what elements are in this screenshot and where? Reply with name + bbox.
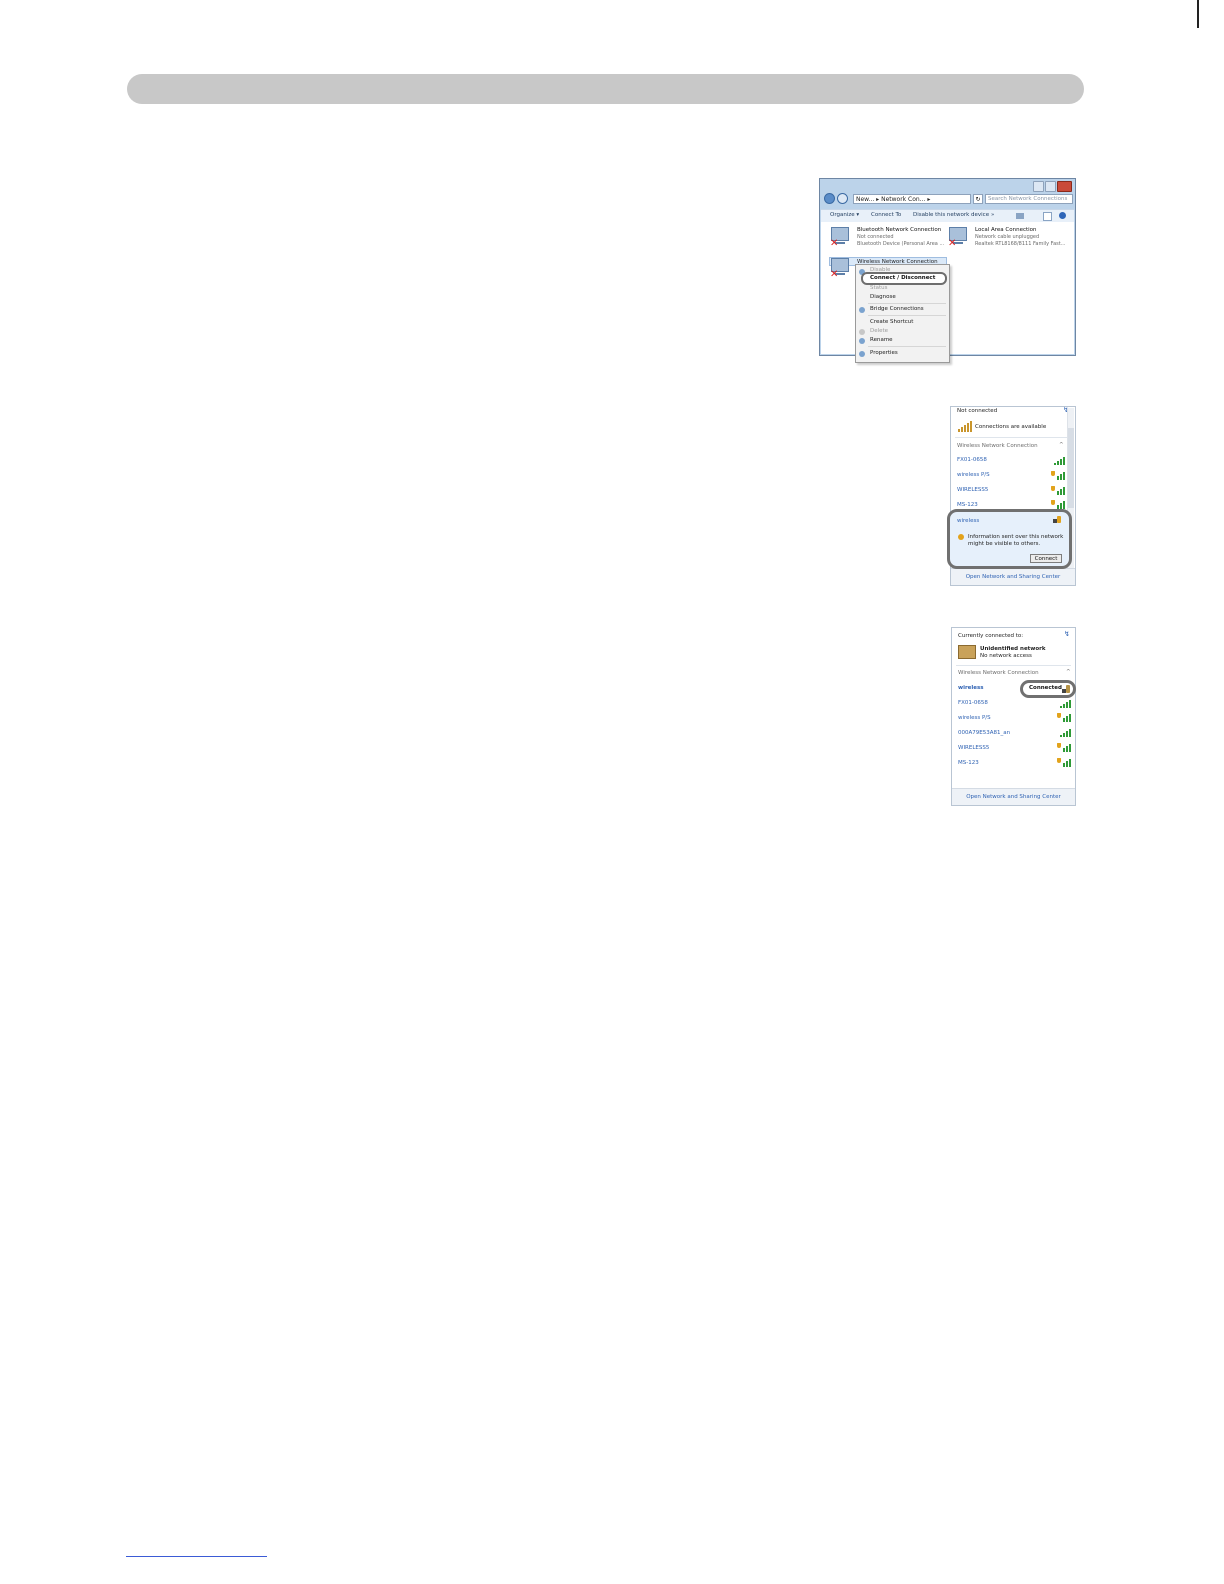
menu-separator (868, 346, 946, 347)
menu-separator (868, 315, 946, 316)
shield-icon (859, 351, 865, 357)
section-title: Wireless Network Connection (957, 443, 1038, 449)
bluetooth-device: Bluetooth Device (Personal Area ... (857, 241, 945, 247)
divider (955, 437, 1067, 438)
connected-network-name[interactable]: wireless (958, 685, 984, 691)
shield-icon (859, 329, 865, 335)
menu-connect-disconnect[interactable]: Connect / Disconnect (870, 275, 935, 281)
organize-menu[interactable]: Organize ▾ (830, 210, 859, 221)
menu-status[interactable]: Status (870, 285, 888, 291)
menu-rename[interactable]: Rename (870, 337, 893, 343)
menu-separator (868, 303, 946, 304)
wireless-x-icon: ✕ (830, 269, 839, 280)
signal-icon (1060, 729, 1071, 737)
divider (956, 665, 1071, 666)
network-item[interactable]: wireless P/S (958, 715, 991, 721)
bluetooth-status: Not connected (857, 234, 894, 240)
network-access: No network access (980, 653, 1032, 659)
secured-signal-icon (1051, 500, 1065, 509)
network-item[interactable]: FX01-0658 (958, 700, 988, 706)
lan-status: Network cable unplugged (975, 234, 1040, 240)
network-item[interactable]: MS-123 (958, 760, 979, 766)
address-bar[interactable]: New... ▸ Network Con... ▸ (853, 194, 971, 204)
maximize-button[interactable] (1045, 181, 1056, 192)
scrollbar-thumb[interactable] (1068, 428, 1074, 508)
unidentified-network-name: Unidentified network (980, 646, 1046, 652)
signal-icon (1060, 700, 1071, 708)
lan-device: Realtek RTL8168/8111 Family Fast... (975, 241, 1066, 247)
menu-bridge[interactable]: Bridge Connections (870, 306, 924, 312)
help-icon[interactable] (1059, 212, 1066, 219)
refresh-icon[interactable]: ↯ (1064, 630, 1070, 638)
menu-diagnose[interactable]: Diagnose (870, 294, 896, 300)
preview-pane-icon[interactable] (1043, 212, 1052, 221)
wifi-connected-panel: Currently connected to: ↯ Unidentified n… (951, 627, 1076, 806)
address-row: New... ▸ Network Con... ▸ ↻ Search Netwo… (822, 193, 1073, 206)
more-commands-button[interactable]: » (991, 210, 994, 221)
shield-icon (859, 307, 865, 313)
disable-device-button[interactable]: Disable this network device (913, 210, 989, 221)
secured-signal-icon (1051, 471, 1065, 480)
command-bar: Organize ▾ Connect To Disable this netwo… (821, 209, 1074, 223)
network-item[interactable]: WIRELESS5 (957, 487, 988, 493)
collapse-chevron-icon[interactable]: ^ (1066, 669, 1071, 675)
forward-arrow-icon[interactable] (837, 193, 848, 204)
back-arrow-icon[interactable] (824, 193, 835, 204)
secured-signal-icon (1051, 486, 1065, 495)
currently-connected-heading: Currently connected to: (958, 633, 1024, 639)
search-input[interactable]: Search Network Connections (985, 194, 1073, 204)
available-text: Connections are available (975, 424, 1047, 430)
minimize-button[interactable] (1033, 181, 1044, 192)
unplugged-x-icon: ✕ (948, 238, 957, 249)
selected-network-highlight[interactable]: wireless Information sent over this netw… (947, 509, 1072, 569)
network-item[interactable]: 000A79E53A81_an (958, 730, 1010, 736)
network-item[interactable]: MS-123 (957, 502, 978, 508)
connect-disconnect-highlight[interactable]: Connect / Disconnect (861, 272, 947, 285)
menu-properties[interactable]: Properties (870, 350, 898, 356)
connected-network-icon (1062, 685, 1071, 694)
open-sharing-center-link[interactable]: Open Network and Sharing Center (952, 788, 1075, 805)
section-header-bar (127, 74, 1084, 104)
refresh-icon[interactable]: ↻ (973, 194, 983, 204)
collapse-chevron-icon[interactable]: ^ (1059, 442, 1064, 448)
connect-button[interactable]: Connect (1030, 554, 1062, 563)
top-right-rule (1197, 0, 1199, 28)
menu-create-shortcut[interactable]: Create Shortcut (870, 319, 913, 325)
connected-status-highlight: Connected (1020, 680, 1076, 698)
warning-line-1: Information sent over this network (968, 534, 1064, 540)
network-item[interactable]: FX01-0658 (957, 457, 987, 463)
connection-status: Not connected (957, 408, 998, 414)
connected-label: Connected (1029, 685, 1062, 691)
bluetooth-connection-title[interactable]: Bluetooth Network Connection (857, 227, 941, 233)
secured-signal-icon (1057, 758, 1071, 767)
connect-to-button[interactable]: Connect To (871, 210, 901, 221)
close-button[interactable] (1057, 181, 1072, 192)
caption-buttons (1032, 181, 1072, 192)
secured-signal-icon (1057, 743, 1071, 752)
open-sharing-center-link[interactable]: Open Network and Sharing Center (951, 568, 1075, 585)
shield-icon (859, 338, 865, 344)
footer-link-underline[interactable] (126, 1556, 267, 1557)
network-item[interactable]: wireless P/S (957, 472, 990, 478)
warning-icon (958, 534, 964, 540)
network-item[interactable]: WIRELESS5 (958, 745, 989, 751)
selected-network-name[interactable]: wireless (957, 518, 979, 524)
signal-available-icon (958, 421, 972, 432)
menu-delete[interactable]: Delete (870, 328, 888, 334)
signal-icon (1054, 457, 1065, 465)
lan-connection-title[interactable]: Local Area Connection (975, 227, 1037, 233)
secured-signal-icon (1057, 713, 1071, 722)
warning-line-2: might be visible to others. (968, 541, 1041, 547)
section-title: Wireless Network Connection (958, 670, 1039, 676)
unidentified-network-icon (958, 645, 976, 659)
open-network-icon (1053, 516, 1061, 524)
view-icon[interactable] (1016, 213, 1024, 219)
disconnected-x-icon: ✕ (830, 238, 839, 249)
